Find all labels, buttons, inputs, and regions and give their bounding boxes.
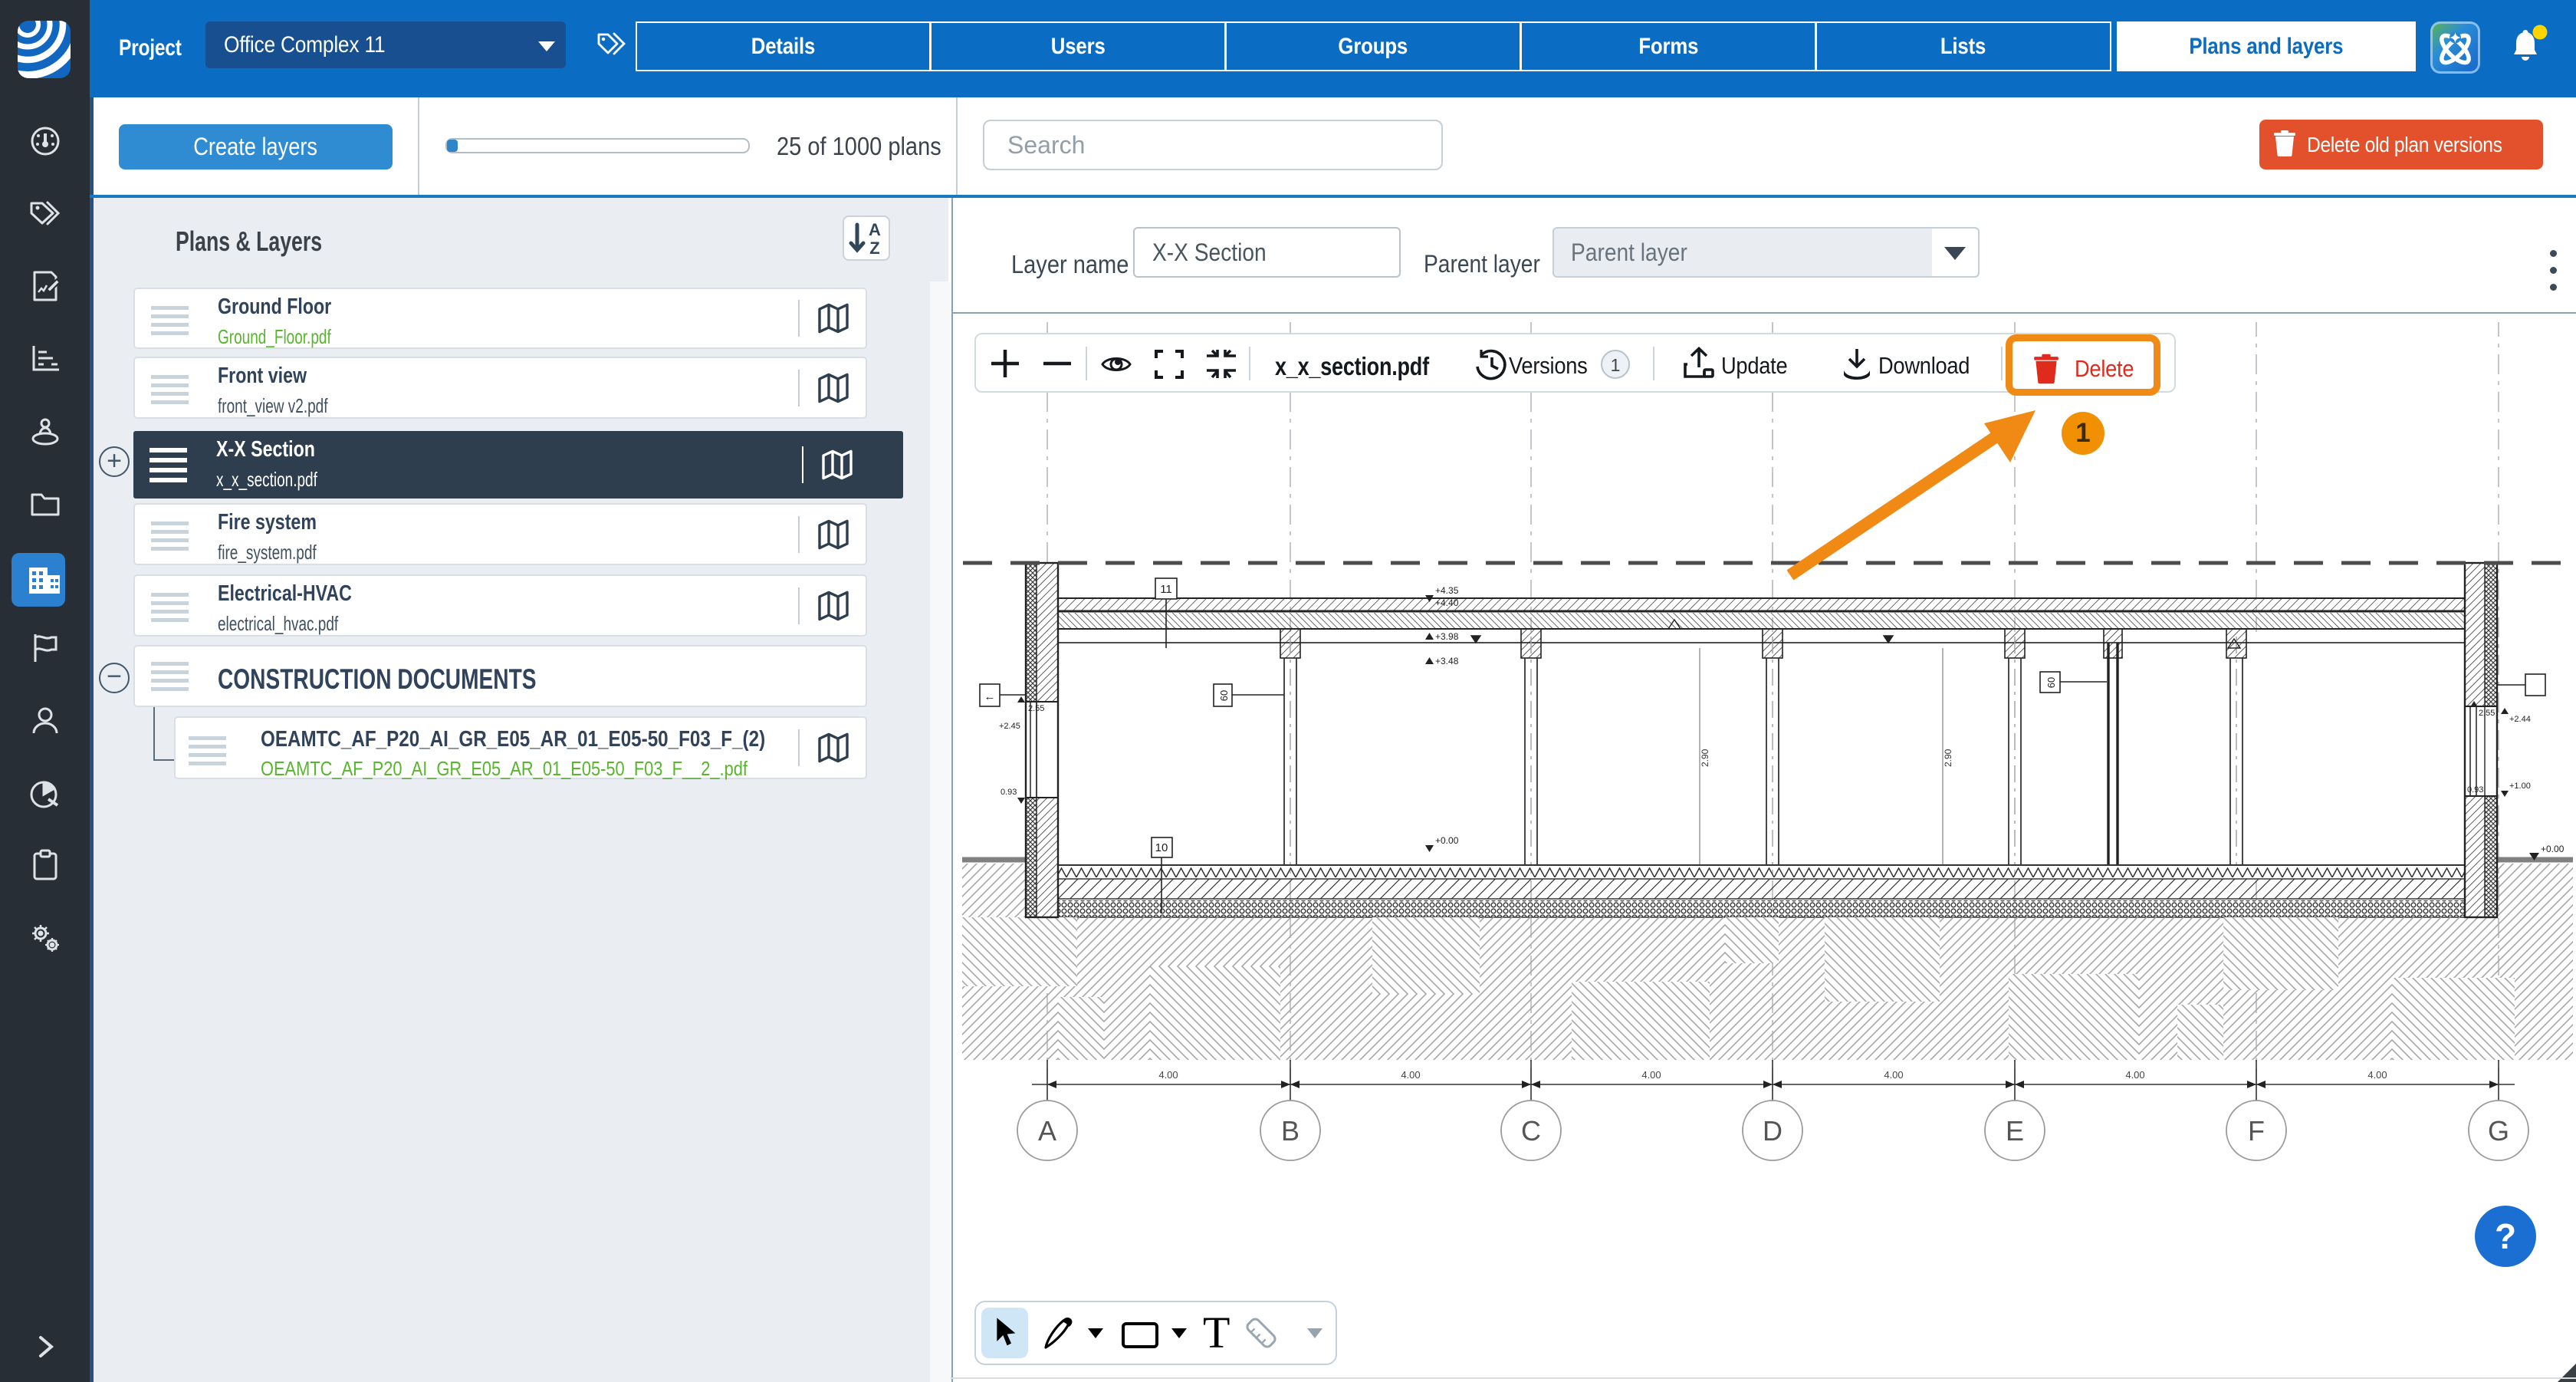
- svg-text:2.55: 2.55: [2479, 709, 2495, 718]
- svg-text:60: 60: [1218, 690, 1230, 701]
- svg-text:+0.00: +0.00: [1435, 835, 1459, 846]
- svg-text:A: A: [1038, 1115, 1056, 1147]
- svg-text:E: E: [2006, 1115, 2024, 1147]
- svg-text:60: 60: [2045, 677, 2057, 688]
- svg-text:10: 10: [1155, 841, 1168, 854]
- svg-text:F: F: [2248, 1115, 2265, 1147]
- svg-text:2.55: 2.55: [1028, 704, 1044, 713]
- svg-text:←: ←: [984, 690, 996, 703]
- svg-text:+2.44: +2.44: [2509, 715, 2531, 724]
- svg-text:+3.48: +3.48: [1435, 656, 1459, 666]
- svg-text:+0.00: +0.00: [2541, 844, 2564, 854]
- svg-text:Z: Z: [869, 239, 879, 258]
- svg-text:A: A: [869, 220, 881, 239]
- svg-text:+3.98: +3.98: [1435, 631, 1459, 642]
- svg-text:2.90: 2.90: [1700, 749, 1710, 767]
- svg-text:C: C: [1521, 1115, 1541, 1147]
- svg-text:+4.40: +4.40: [1435, 597, 1459, 608]
- svg-text:0.93: 0.93: [1001, 788, 1017, 797]
- svg-text:D: D: [1763, 1115, 1783, 1147]
- svg-text:4.00: 4.00: [2367, 1069, 2387, 1081]
- svg-text:4.00: 4.00: [1641, 1069, 1661, 1081]
- svg-text:B: B: [1281, 1115, 1300, 1147]
- svg-text:4.00: 4.00: [1158, 1069, 1178, 1081]
- svg-text:0.93: 0.93: [2467, 785, 2483, 795]
- svg-text:4.00: 4.00: [2125, 1069, 2144, 1081]
- svg-text:11: 11: [1160, 583, 1172, 596]
- svg-text:+2.45: +2.45: [999, 722, 1020, 731]
- svg-text:4.00: 4.00: [1401, 1069, 1420, 1081]
- svg-text:G: G: [2488, 1115, 2509, 1147]
- svg-text:+1.00: +1.00: [2509, 781, 2531, 791]
- svg-text:4.00: 4.00: [1884, 1069, 1903, 1081]
- svg-text:2.90: 2.90: [1943, 749, 1953, 767]
- svg-text:+4.35: +4.35: [1435, 585, 1459, 596]
